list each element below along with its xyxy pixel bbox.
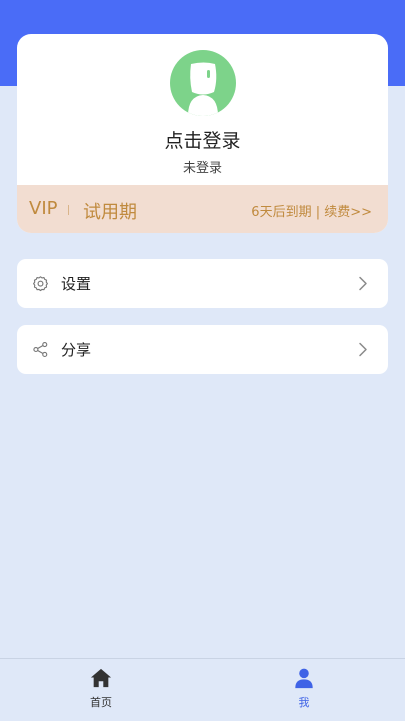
vip-bar: VIP 试用期 6天后到期 | 续费>> <box>17 185 388 233</box>
vip-plan-label: 试用期 <box>83 202 137 223</box>
menu-item-share[interactable]: 分享 <box>17 325 388 374</box>
user-avatar-icon[interactable] <box>170 50 236 116</box>
chevron-right-icon <box>358 342 368 357</box>
menu-item-label: 分享 <box>61 341 92 359</box>
home-icon <box>90 667 112 689</box>
menu-item-settings[interactable]: 设置 <box>17 259 388 308</box>
chevron-right-icon <box>358 276 368 291</box>
tab-label: 我 <box>298 696 310 709</box>
login-status-text: 未登录 <box>182 161 222 176</box>
vip-label: VIP <box>29 198 58 219</box>
tab-label: 首页 <box>90 696 112 709</box>
login-prompt[interactable]: 点击登录 <box>17 126 388 153</box>
person-icon <box>293 667 315 689</box>
renew-link[interactable]: 6天后到期 | 续费>> <box>251 201 372 220</box>
menu-item-label: 设置 <box>61 275 92 293</box>
share-icon <box>32 341 49 358</box>
bottom-tab-bar: 首页 我 <box>0 658 405 721</box>
gear-icon <box>32 275 49 292</box>
vip-divider <box>68 205 69 215</box>
profile-card: 点击登录 未登录 VIP 试用期 6天后到期 | 续费>> <box>17 34 388 233</box>
tab-me[interactable]: 我 <box>274 667 334 713</box>
tab-home[interactable]: 首页 <box>71 667 131 713</box>
